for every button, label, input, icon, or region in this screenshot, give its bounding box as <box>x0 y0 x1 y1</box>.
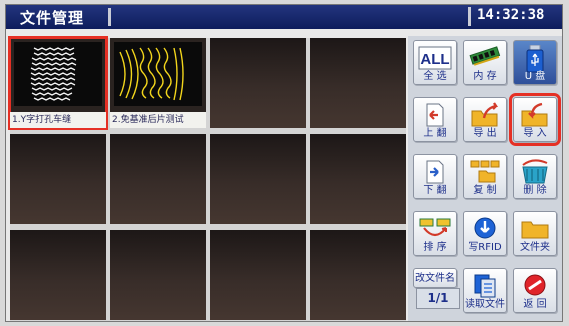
folder-icon <box>521 221 549 239</box>
title-bar: 文件管理 14:32:38 <box>6 5 562 29</box>
write-rfid-label: 写RFID <box>468 242 502 253</box>
file-tile-4[interactable] <box>310 38 406 128</box>
copy-button[interactable]: 复 制 <box>463 154 507 199</box>
file-tile-7[interactable] <box>210 134 306 224</box>
action-panel: ALL 全 选 内 存 U 盘 上 翻 导 出 导 入 下 翻 复 制 删 除 … <box>408 36 562 321</box>
folder-button[interactable]: 文件夹 <box>513 211 557 256</box>
delete-label: 删 除 <box>523 185 547 196</box>
delete-button[interactable]: 删 除 <box>513 154 557 199</box>
usb-button[interactable]: U 盘 <box>513 40 557 85</box>
import-button[interactable]: 导 入 <box>509 93 561 146</box>
page-up-label: 上 翻 <box>423 128 447 139</box>
page-up-button[interactable]: 上 翻 <box>413 97 457 142</box>
screen: 文件管理 14:32:38 1.Y字打孔车缝 2.免基准后片测试 ALL 全 选… <box>5 4 563 322</box>
title-divider <box>108 8 111 26</box>
file-tile-3[interactable] <box>210 38 306 128</box>
folder-label: 文件夹 <box>520 242 550 253</box>
memory-label: 内 存 <box>473 71 497 82</box>
rename-button[interactable]: 改文件名 <box>413 268 457 288</box>
select-all-button[interactable]: ALL 全 选 <box>413 40 457 85</box>
write-rfid-icon <box>474 217 496 239</box>
usb-label: U 盘 <box>524 71 546 82</box>
read-file-button[interactable]: 读取文件 <box>463 268 507 313</box>
sort-button[interactable]: 排 序 <box>413 211 457 256</box>
rename-label: 改文件名 <box>415 273 455 284</box>
file-tile-8[interactable] <box>310 134 406 224</box>
all-icon-text: ALL <box>420 51 449 68</box>
file-thumbnail <box>14 42 102 106</box>
back-label: 返 回 <box>523 299 547 310</box>
file-grid: 1.Y字打孔车缝 2.免基准后片测试 <box>8 36 406 321</box>
file-name: 2.免基准后片测试 <box>110 112 206 128</box>
select-all-label: 全 选 <box>423 71 447 82</box>
stop-icon <box>524 274 546 296</box>
file-tile-2[interactable]: 2.免基准后片测试 <box>110 38 206 128</box>
page-indicator: 1/1 <box>416 288 460 309</box>
file-tile-5[interactable] <box>10 134 106 224</box>
write-rfid-button[interactable]: 写RFID <box>463 211 507 256</box>
file-tile-12[interactable] <box>310 230 406 320</box>
copy-label: 复 制 <box>473 185 497 196</box>
memory-chip-icon <box>469 46 501 66</box>
file-tile-10[interactable] <box>110 230 206 320</box>
file-tile-9[interactable] <box>10 230 106 320</box>
export-label: 导 出 <box>473 128 497 139</box>
back-button[interactable]: 返 回 <box>513 268 557 313</box>
page-down-label: 下 翻 <box>423 185 447 196</box>
clock-box: 14:32:38 <box>468 7 558 26</box>
clock: 14:32:38 <box>477 7 545 23</box>
sort-label: 排 序 <box>423 242 447 253</box>
zigzag-pattern-icon <box>30 47 77 101</box>
export-button[interactable]: 导 出 <box>463 97 507 142</box>
memory-button[interactable]: 内 存 <box>463 40 507 85</box>
import-label: 导 入 <box>523 128 547 139</box>
page-title: 文件管理 <box>20 9 85 27</box>
file-tile-1[interactable]: 1.Y字打孔车缝 <box>8 36 108 130</box>
file-tile-11[interactable] <box>210 230 306 320</box>
page-down-button[interactable]: 下 翻 <box>413 154 457 199</box>
file-thumbnail <box>114 42 202 106</box>
read-file-label: 读取文件 <box>465 299 505 310</box>
file-name: 1.Y字打孔车缝 <box>10 112 106 128</box>
arcs-pattern-icon <box>119 47 184 101</box>
file-tile-6[interactable] <box>110 134 206 224</box>
